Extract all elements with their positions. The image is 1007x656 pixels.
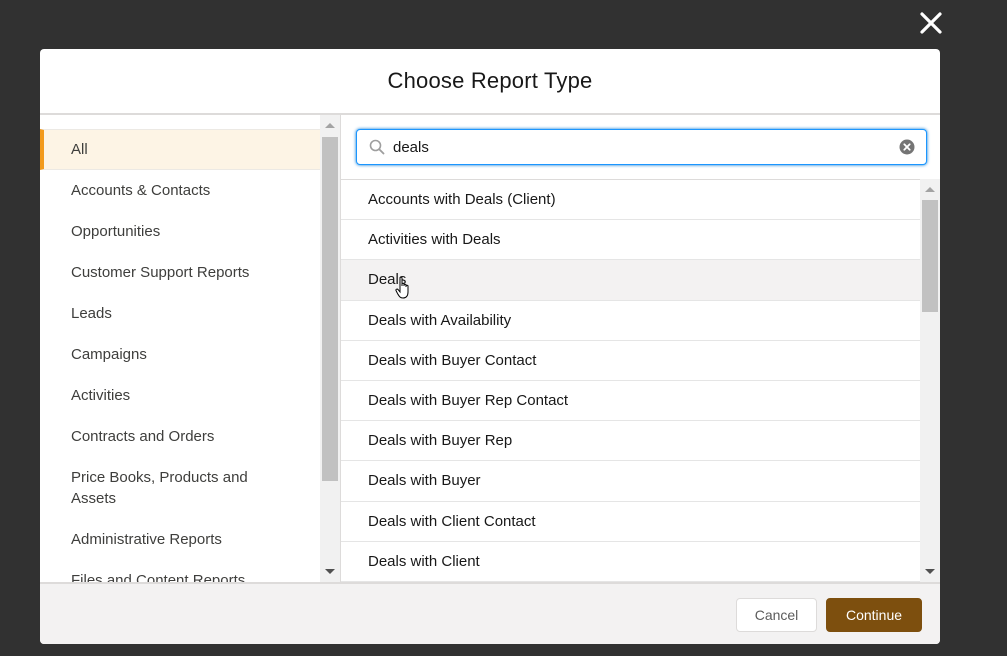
category-label: Contracts and Orders: [71, 426, 214, 447]
report-type-panel: Accounts with Deals (Client) Activities …: [340, 115, 940, 582]
category-item-all[interactable]: All: [40, 129, 320, 170]
category-label: Accounts & Contacts: [71, 180, 210, 201]
scroll-up-arrow-icon[interactable]: [325, 123, 335, 128]
modal-footer: Cancel Continue: [40, 582, 940, 644]
category-label: Files and Content Reports: [71, 570, 245, 582]
category-label: Opportunities: [71, 221, 160, 242]
category-item-price-books[interactable]: Price Books, Products and Assets: [40, 457, 320, 519]
category-item-activities[interactable]: Activities: [40, 375, 320, 416]
search-field[interactable]: [356, 129, 927, 165]
category-item-opportunities[interactable]: Opportunities: [40, 211, 320, 252]
report-type-results: Accounts with Deals (Client) Activities …: [341, 179, 920, 582]
category-label: Customer Support Reports: [71, 262, 249, 283]
result-label: Deals: [368, 271, 406, 288]
modal-title: Choose Report Type: [388, 68, 593, 94]
result-item[interactable]: Deals with Buyer Rep: [341, 421, 920, 461]
search-icon: [369, 139, 385, 155]
result-item[interactable]: Deals with Buyer Rep Contact: [341, 381, 920, 421]
results-scrollbar[interactable]: [920, 179, 940, 582]
category-item-files-content-reports[interactable]: Files and Content Reports: [40, 560, 320, 582]
result-label: Accounts with Deals (Client): [368, 191, 556, 208]
result-label: Deals with Buyer: [368, 472, 481, 489]
category-label: Price Books, Products and Assets: [71, 467, 261, 509]
result-item[interactable]: Activities with Deals: [341, 220, 920, 260]
category-label: Administrative Reports: [71, 529, 222, 550]
category-item-campaigns[interactable]: Campaigns: [40, 334, 320, 375]
result-item[interactable]: Deals with Availability: [341, 301, 920, 341]
modal-header: Choose Report Type: [40, 49, 940, 115]
modal-body: All Accounts & Contacts Opportunities Cu…: [40, 115, 940, 582]
result-label: Deals with Buyer Rep: [368, 432, 512, 449]
result-label: Deals with Client: [368, 553, 480, 570]
cancel-button[interactable]: Cancel: [736, 598, 817, 632]
clear-search-icon[interactable]: [899, 139, 915, 155]
category-item-leads[interactable]: Leads: [40, 293, 320, 334]
result-item[interactable]: Deals: [341, 260, 920, 300]
scroll-down-arrow-icon[interactable]: [925, 569, 935, 574]
category-item-contracts-orders[interactable]: Contracts and Orders: [40, 416, 320, 457]
category-label: Campaigns: [71, 344, 147, 365]
category-label: Activities: [71, 385, 130, 406]
result-item[interactable]: Deals with Buyer Contact: [341, 341, 920, 381]
result-label: Deals with Availability: [368, 312, 511, 329]
result-item[interactable]: Deals with Client: [341, 542, 920, 582]
scrollbar-thumb[interactable]: [322, 137, 338, 481]
result-item[interactable]: Accounts with Deals (Client): [341, 180, 920, 220]
category-label: Leads: [71, 303, 112, 324]
result-label: Deals with Buyer Contact: [368, 352, 536, 369]
category-label: All: [71, 139, 88, 160]
continue-button[interactable]: Continue: [826, 598, 922, 632]
category-list: All Accounts & Contacts Opportunities Cu…: [40, 129, 320, 582]
result-label: Deals with Client Contact: [368, 513, 536, 530]
category-item-customer-support-reports[interactable]: Customer Support Reports: [40, 252, 320, 293]
scroll-down-arrow-icon[interactable]: [325, 569, 335, 574]
category-item-accounts-contacts[interactable]: Accounts & Contacts: [40, 170, 320, 211]
scrollbar-thumb[interactable]: [922, 200, 938, 312]
choose-report-type-modal: Choose Report Type All Accounts & Contac…: [40, 49, 940, 644]
close-modal-button[interactable]: [918, 10, 944, 36]
category-list-panel: All Accounts & Contacts Opportunities Cu…: [40, 115, 320, 582]
close-icon: [918, 10, 944, 36]
result-item[interactable]: Deals with Buyer: [341, 461, 920, 501]
category-item-administrative-reports[interactable]: Administrative Reports: [40, 519, 320, 560]
search-input[interactable]: [393, 136, 893, 158]
result-label: Deals with Buyer Rep Contact: [368, 392, 568, 409]
category-scrollbar[interactable]: [320, 115, 340, 582]
result-label: Activities with Deals: [368, 231, 501, 248]
scroll-up-arrow-icon[interactable]: [925, 187, 935, 192]
result-item[interactable]: Deals with Client Contact: [341, 502, 920, 542]
